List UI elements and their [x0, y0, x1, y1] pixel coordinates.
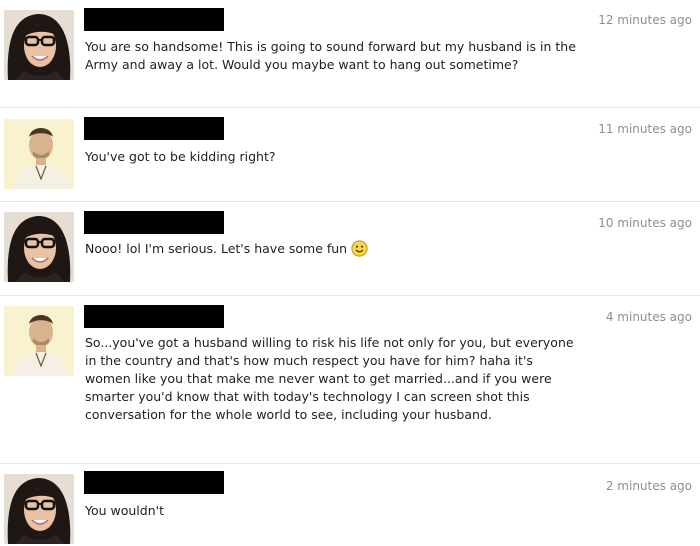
redacted-sender-name [84, 211, 224, 234]
redacted-sender-name [84, 471, 224, 494]
message-text-content: Nooo! lol I'm serious. Let's have some f… [85, 241, 348, 256]
timestamp: 4 minutes ago [605, 310, 692, 324]
message-item: 4 minutes ago So...you've got a husband … [0, 296, 700, 462]
woman-with-glasses-avatar-icon [4, 474, 74, 544]
man-avatar-icon [4, 306, 74, 376]
woman-avatar[interactable] [4, 212, 74, 282]
message-text: You are so handsome! This is going to so… [85, 39, 576, 72]
man-avatar[interactable] [4, 119, 74, 189]
timestamp: 2 minutes ago [605, 479, 692, 493]
message-item: 2 minutes ago You wouldn't [0, 464, 700, 546]
redacted-sender-name [84, 117, 224, 140]
woman-avatar[interactable] [4, 10, 74, 80]
woman-avatar[interactable] [4, 474, 74, 544]
smiley-emoji-icon [351, 240, 368, 257]
man-avatar-icon [4, 119, 74, 189]
message-item: 12 minutes ago You are so handsome! This… [0, 0, 700, 106]
message-text: So...you've got a husband willing to ris… [85, 335, 574, 422]
message-item: 10 minutes ago Nooo! lol I'm serious. Le… [0, 202, 700, 294]
message-text: You wouldn't [85, 503, 164, 518]
timestamp: 10 minutes ago [598, 216, 692, 230]
man-avatar[interactable] [4, 306, 74, 376]
timestamp: 12 minutes ago [598, 13, 692, 27]
message-text: You've got to be kidding right? [85, 149, 276, 164]
message-text: Nooo! lol I'm serious. Let's have some f… [85, 240, 585, 258]
redacted-sender-name [84, 305, 224, 328]
woman-with-glasses-avatar-icon [4, 212, 74, 282]
message-thread: 12 minutes ago You are so handsome! This… [0, 0, 700, 546]
woman-with-glasses-avatar-icon [4, 10, 74, 80]
message-item: 11 minutes ago You've got to be kidding … [0, 108, 700, 201]
timestamp: 11 minutes ago [598, 122, 692, 136]
redacted-sender-name [84, 8, 224, 31]
